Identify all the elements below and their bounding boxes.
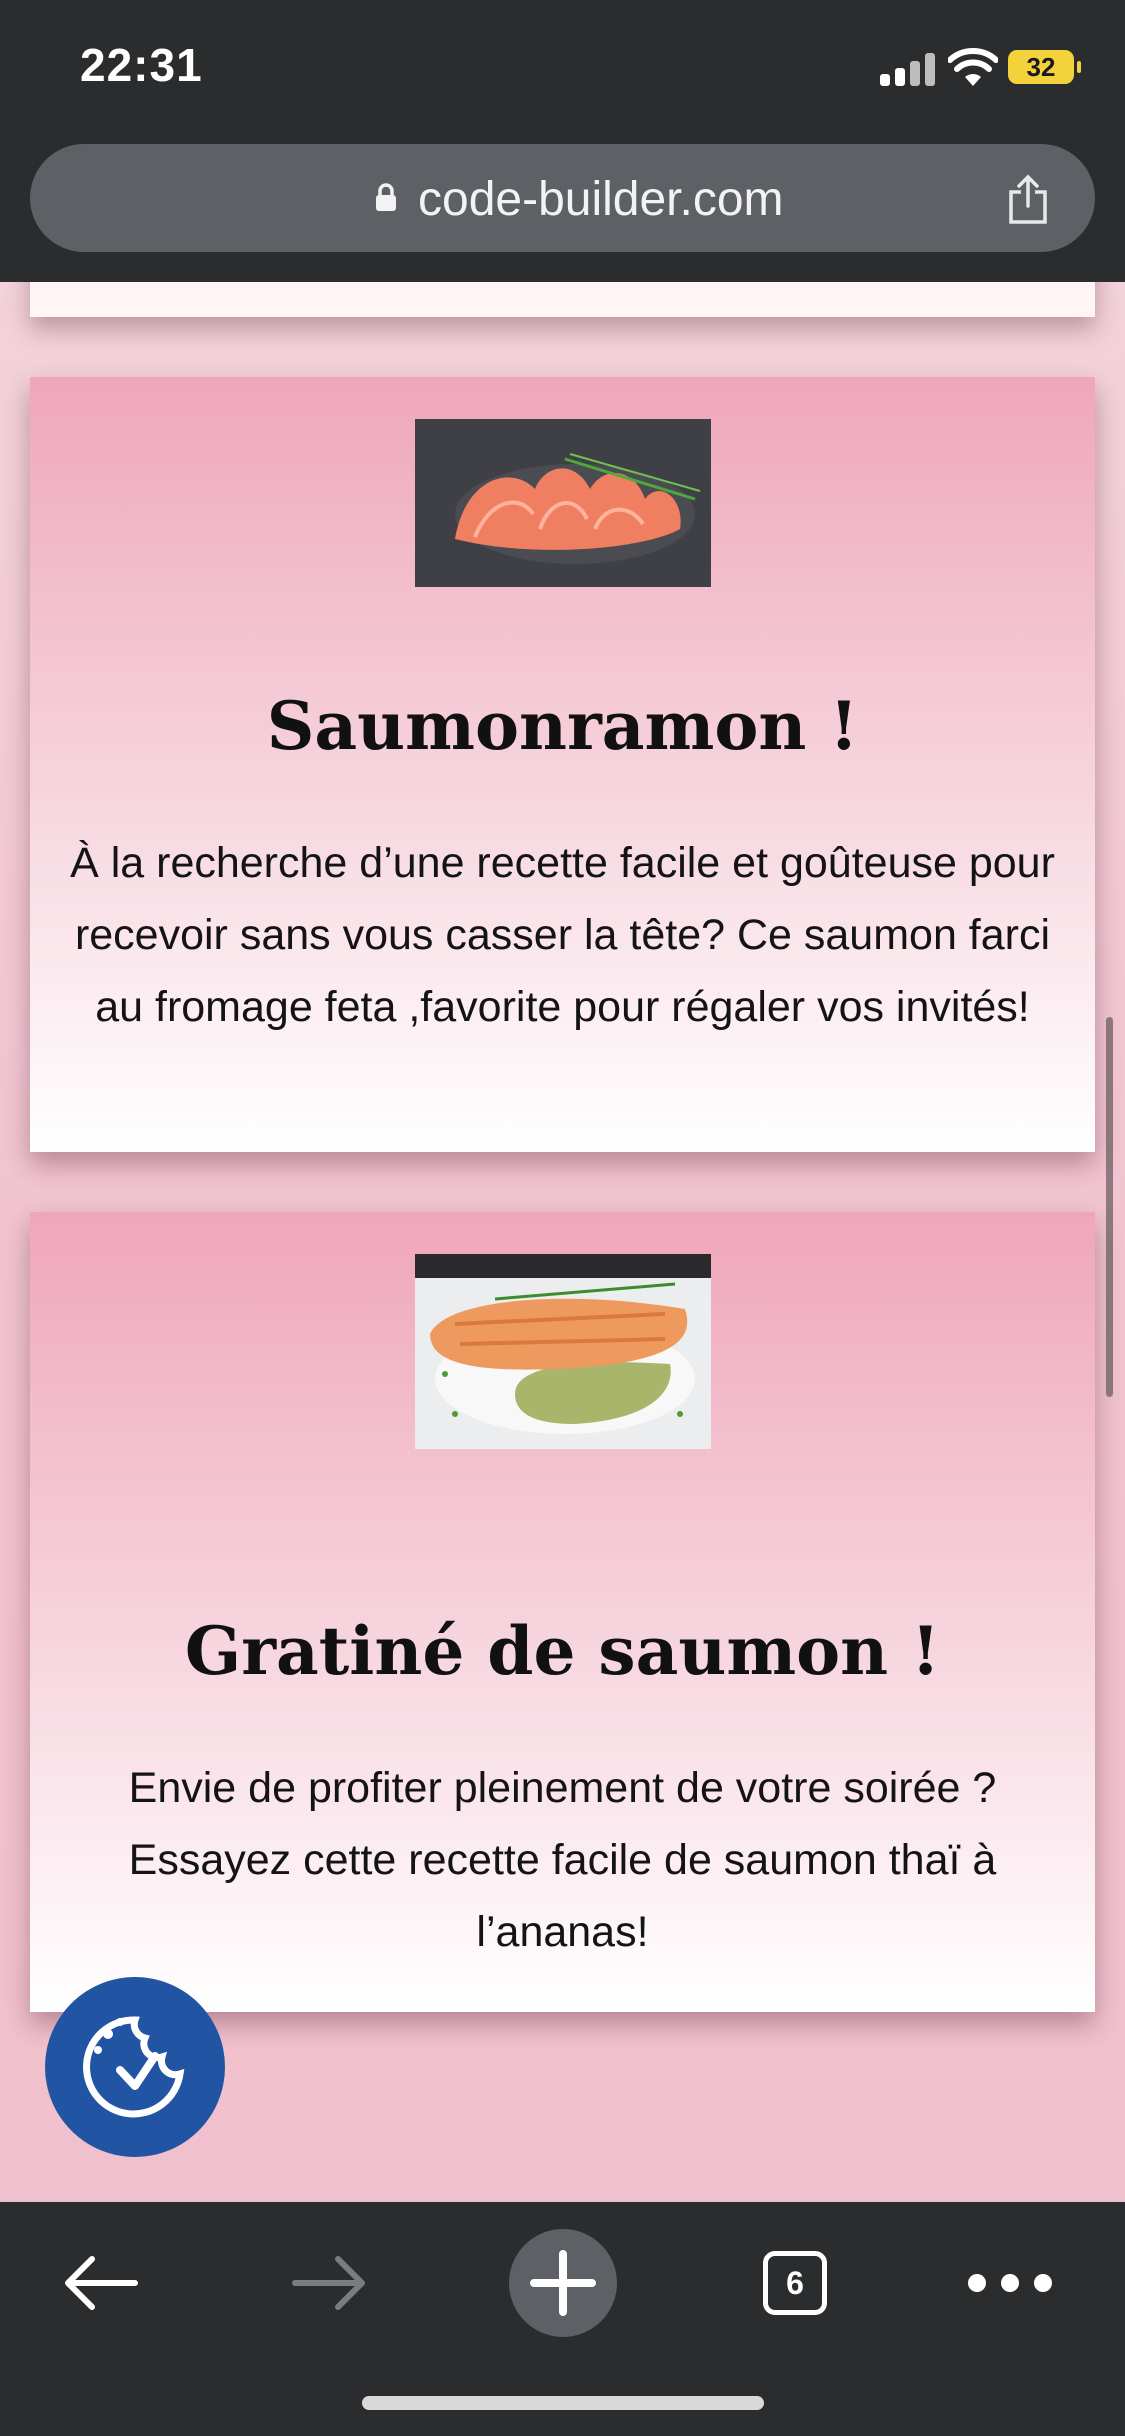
smoked-salmon-slices-photo xyxy=(415,419,711,587)
recipe-title: Gratiné de saumon ! xyxy=(184,1612,941,1690)
plus-icon xyxy=(530,2250,596,2316)
forward-arrow-icon xyxy=(292,2256,365,2310)
scrollbar[interactable] xyxy=(1106,1017,1113,1397)
battery-icon: 32 xyxy=(1008,50,1081,84)
lock-icon xyxy=(376,183,396,211)
cookie-consent-button[interactable] xyxy=(45,1977,225,2157)
home-indicator[interactable] xyxy=(362,2396,764,2410)
recipe-card[interactable]: Saumonramon ! À la recherche d’une recet… xyxy=(30,377,1095,1152)
url-text[interactable]: code-builder.com xyxy=(418,172,784,227)
signal-icon xyxy=(880,52,936,86)
more-dots-icon xyxy=(968,2274,1052,2292)
recipe-description: À la recherche d’une recette facile et g… xyxy=(70,839,1055,1031)
tabs-button[interactable]: 6 xyxy=(755,2228,835,2338)
back-button[interactable] xyxy=(50,2228,150,2338)
battery-level: 32 xyxy=(1026,51,1056,82)
status-bar: 22:31 32 xyxy=(0,0,1125,134)
clock: 22:31 xyxy=(80,39,203,91)
share-icon[interactable] xyxy=(1005,174,1051,226)
recipe-card[interactable]: Gratiné de saumon ! Envie de profiter pl… xyxy=(30,1212,1095,2012)
cookie-check-icon xyxy=(83,2016,185,2118)
browser-address-area: code-builder.com xyxy=(0,134,1125,282)
forward-button[interactable] xyxy=(280,2228,380,2338)
back-arrow-icon xyxy=(65,2256,138,2310)
recipe-description: Envie de profiter pleinement de votre so… xyxy=(128,1764,997,1956)
wifi-icon xyxy=(948,48,998,86)
recipe-title: Saumonramon ! xyxy=(266,687,859,765)
previous-recipe-card xyxy=(30,282,1095,317)
tabs-icon: 6 xyxy=(763,2251,827,2315)
new-tab-button[interactable] xyxy=(508,2228,618,2338)
page-content: Saumonramon ! À la recherche d’une recet… xyxy=(0,282,1125,2202)
address-bar[interactable]: code-builder.com xyxy=(30,144,1095,252)
salmon-gratin-photo xyxy=(415,1254,711,1449)
more-button[interactable] xyxy=(960,2228,1060,2338)
tab-count: 6 xyxy=(786,2264,804,2301)
